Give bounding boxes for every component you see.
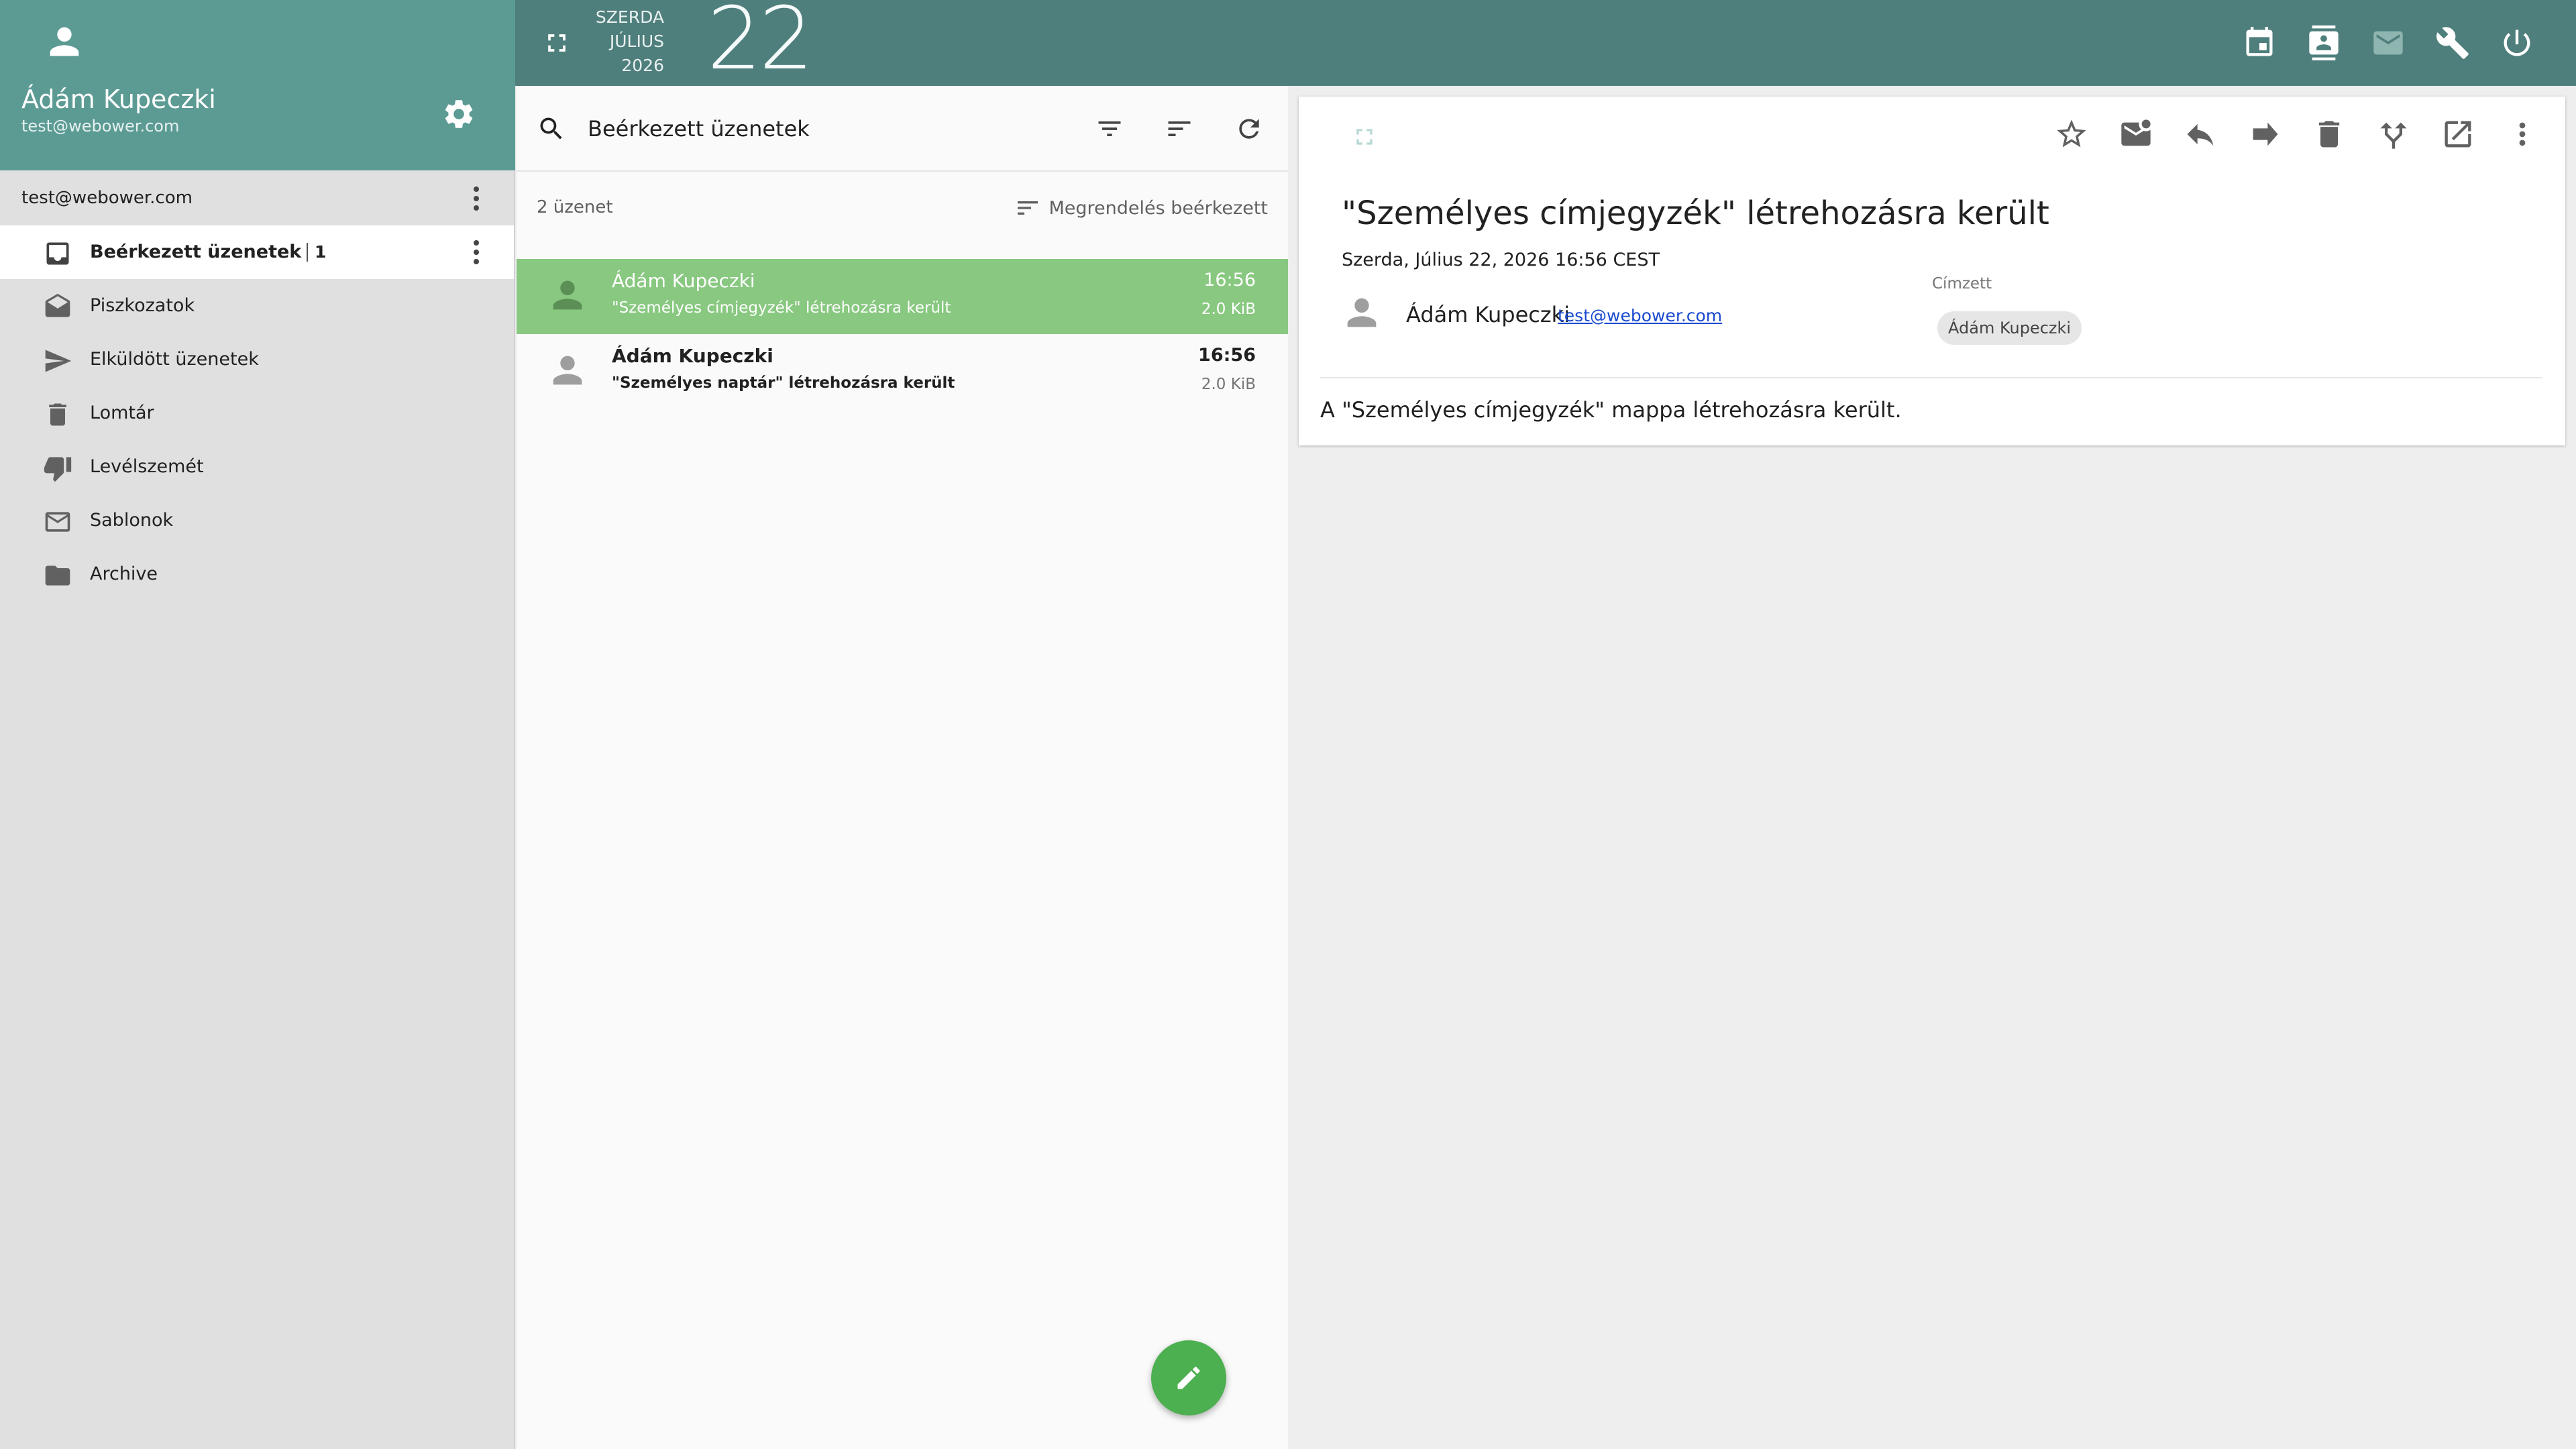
message-row[interactable]: Ádám Kupeczki "Személyes címjegyzék" lét… bbox=[517, 259, 1288, 334]
sort-icon[interactable] bbox=[1165, 114, 1194, 144]
message-list-pane: 2 üzenet Megrendelés beérkezett Ádám Kup… bbox=[517, 86, 1288, 1449]
folder-trash[interactable]: Lomtár bbox=[0, 386, 514, 440]
send-icon bbox=[43, 346, 72, 376]
sender-avatar-icon bbox=[546, 349, 589, 392]
trash-icon bbox=[43, 400, 72, 429]
user-name: Ádám Kupeczki bbox=[21, 85, 216, 114]
folder-inbox[interactable]: Beérkezett üzenetek 1 bbox=[0, 225, 514, 279]
message-subject: "Személyes naptár" létrehozásra került bbox=[612, 374, 955, 392]
more-vert-icon[interactable] bbox=[2505, 117, 2540, 152]
sort-order-icon bbox=[1014, 195, 1041, 221]
message-date: Szerda, Július 22, 2026 16:56 CEST bbox=[1342, 250, 1660, 270]
mail-outline-icon bbox=[43, 507, 72, 537]
sidebar: Ádám Kupeczki test@webower.com test@webo… bbox=[0, 0, 515, 1449]
search-bar bbox=[517, 86, 1288, 172]
day-number: 22 bbox=[707, 0, 814, 89]
star-icon[interactable] bbox=[2054, 117, 2089, 152]
folder-label: Lomtár bbox=[90, 402, 154, 423]
user-email: test@webower.com bbox=[21, 117, 180, 136]
inbox-icon bbox=[43, 239, 72, 268]
open-in-new-icon[interactable] bbox=[2440, 117, 2475, 152]
message-time: 16:56 bbox=[1203, 270, 1256, 290]
reading-pane: "Személyes címjegyzék" létrehozásra kerü… bbox=[1299, 97, 2565, 445]
sender-email-link[interactable]: test@webower.com bbox=[1558, 306, 1722, 325]
message-row[interactable]: Ádám Kupeczki "Személyes naptár" létreho… bbox=[517, 334, 1288, 409]
account-email: test@webower.com bbox=[21, 188, 193, 208]
month-label: JÚLIUS bbox=[609, 32, 664, 51]
drafts-icon bbox=[43, 292, 72, 322]
message-subject: "Személyes címjegyzék" létrehozásra kerü… bbox=[612, 299, 951, 317]
folder-label: Sablonok bbox=[90, 510, 174, 531]
folder-icon bbox=[43, 561, 72, 590]
message-count: 2 üzenet bbox=[537, 197, 613, 217]
account-more-icon[interactable] bbox=[471, 184, 482, 213]
contacts-icon[interactable] bbox=[2306, 25, 2341, 60]
mail-icon[interactable] bbox=[2371, 25, 2406, 60]
message-sender: Ádám Kupeczki bbox=[612, 270, 755, 292]
refresh-icon[interactable] bbox=[1234, 114, 1264, 144]
expand-icon[interactable] bbox=[1351, 123, 1378, 150]
unread-count-badge: 1 bbox=[307, 243, 326, 262]
mark-unread-icon[interactable] bbox=[2118, 117, 2153, 152]
reply-icon[interactable] bbox=[2183, 117, 2218, 152]
message-body: A "Személyes címjegyzék" mappa létrehozá… bbox=[1320, 397, 1902, 423]
move-icon[interactable] bbox=[2376, 117, 2411, 152]
folder-spam[interactable]: Levélszemét bbox=[0, 440, 514, 494]
sender-name: Ádám Kupeczki bbox=[1406, 302, 1570, 327]
message-size: 2.0 KiB bbox=[1201, 301, 1256, 318]
sort-order-toggle[interactable]: Megrendelés beérkezett bbox=[1014, 193, 1269, 223]
folder-sent[interactable]: Elküldött üzenetek bbox=[0, 333, 514, 386]
settings-gear-icon[interactable] bbox=[441, 97, 476, 131]
wrench-icon[interactable] bbox=[2435, 25, 2470, 60]
delete-icon[interactable] bbox=[2312, 117, 2347, 152]
message-size: 2.0 KiB bbox=[1201, 376, 1256, 393]
message-sender: Ádám Kupeczki bbox=[612, 345, 773, 367]
folder-archive[interactable]: Archive bbox=[0, 547, 514, 601]
sender-avatar-icon bbox=[546, 274, 589, 317]
thumb-down-icon bbox=[43, 453, 72, 483]
folder-more-icon[interactable] bbox=[471, 237, 482, 267]
power-icon[interactable] bbox=[2500, 25, 2534, 60]
search-input[interactable] bbox=[588, 109, 910, 149]
year-label: 2026 bbox=[621, 56, 664, 75]
recipient-chip[interactable]: Ádám Kupeczki bbox=[1937, 311, 2082, 345]
folder-label: Beérkezett üzenetek bbox=[90, 241, 302, 262]
sender-avatar-icon bbox=[1340, 291, 1383, 334]
recipient-label: Címzett bbox=[1932, 275, 1992, 292]
user-avatar-icon bbox=[43, 20, 86, 63]
folder-label: Piszkozatok bbox=[90, 295, 195, 316]
fullscreen-icon[interactable] bbox=[542, 28, 572, 58]
folder-label: Archive bbox=[90, 564, 158, 584]
folder-templates[interactable]: Sablonok bbox=[0, 494, 514, 547]
folder-label: Elküldött üzenetek bbox=[90, 349, 259, 370]
calendar-icon[interactable] bbox=[2242, 25, 2277, 60]
compose-button[interactable] bbox=[1151, 1340, 1226, 1415]
folder-label: Levélszemét bbox=[90, 456, 204, 477]
filter-icon[interactable] bbox=[1095, 114, 1124, 144]
forward-icon[interactable] bbox=[2247, 117, 2282, 152]
weekday-label: SZERDA bbox=[595, 7, 664, 27]
folder-drafts[interactable]: Piszkozatok bbox=[0, 279, 514, 333]
top-bar: SZERDA JÚLIUS 2026 22 bbox=[515, 0, 2576, 86]
message-subject-heading: "Személyes címjegyzék" létrehozásra kerü… bbox=[1342, 195, 2049, 232]
divider bbox=[1320, 377, 2542, 378]
sidebar-header: Ádám Kupeczki test@webower.com bbox=[0, 0, 515, 170]
search-icon[interactable] bbox=[537, 114, 566, 144]
account-row[interactable]: test@webower.com bbox=[0, 172, 514, 225]
message-time: 16:56 bbox=[1198, 345, 1256, 366]
sort-order-label: Megrendelés beérkezett bbox=[1049, 197, 1269, 219]
date-display: SZERDA JÚLIUS 2026 bbox=[590, 5, 664, 78]
